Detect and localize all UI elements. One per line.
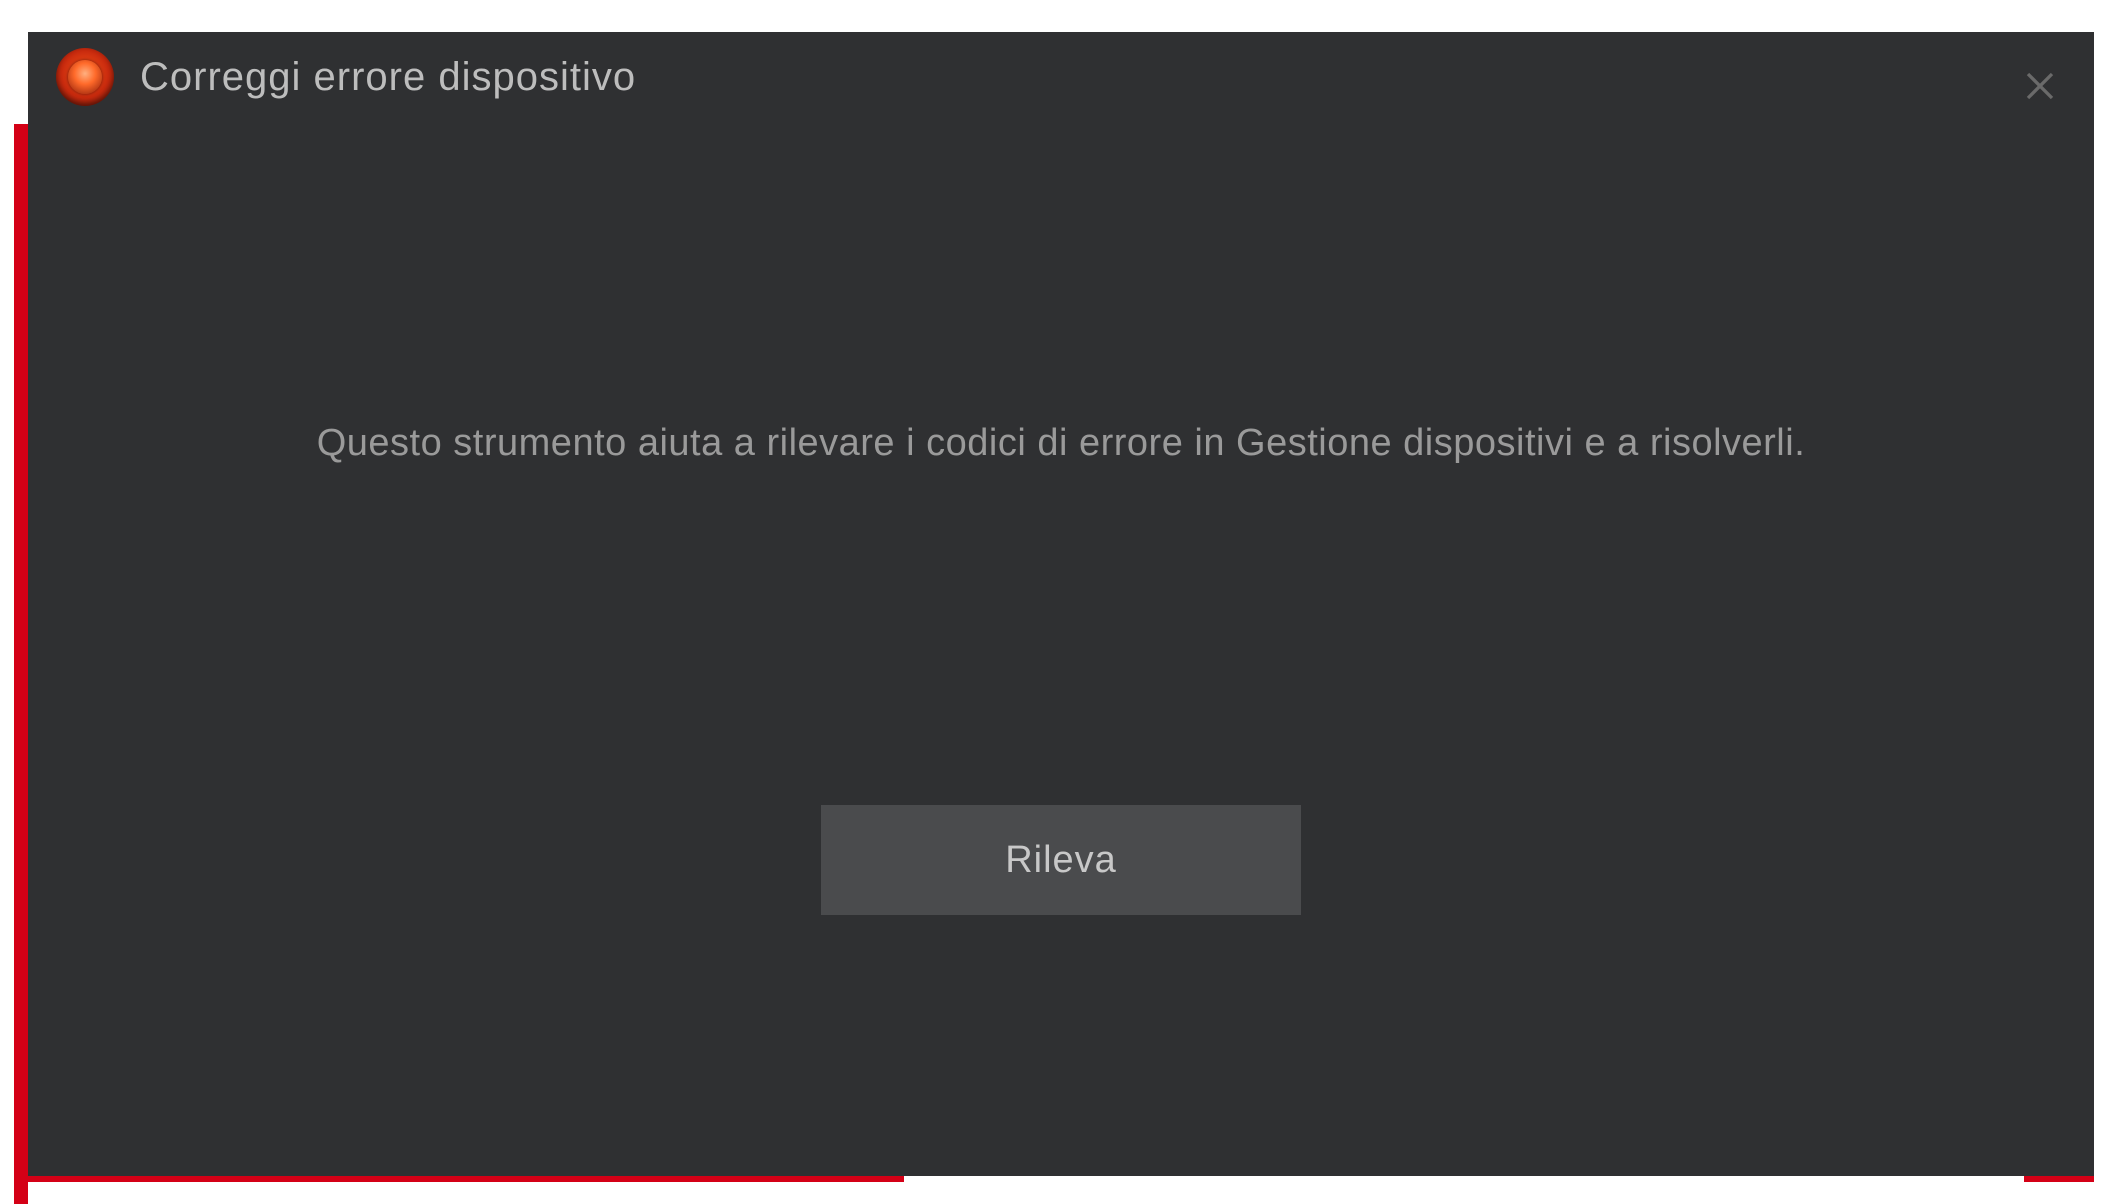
outer-frame: Correggi errore dispositivo Questo strum…	[14, 32, 2094, 1182]
title-bar: Correggi errore dispositivo	[28, 32, 2094, 122]
content-area: Questo strumento aiuta a rilevare i codi…	[28, 122, 2094, 1176]
fix-device-error-dialog: Correggi errore dispositivo Questo strum…	[28, 32, 2094, 1176]
app-icon-inner	[68, 60, 102, 94]
dialog-description: Questo strumento aiuta a rilevare i codi…	[217, 422, 1906, 465]
close-icon	[2022, 68, 2058, 104]
dialog-title: Correggi errore dispositivo	[140, 55, 636, 100]
app-icon	[56, 48, 114, 106]
detect-button[interactable]: Rileva	[821, 805, 1301, 915]
accent-left-bar	[14, 124, 28, 1204]
close-button[interactable]	[2016, 62, 2064, 110]
